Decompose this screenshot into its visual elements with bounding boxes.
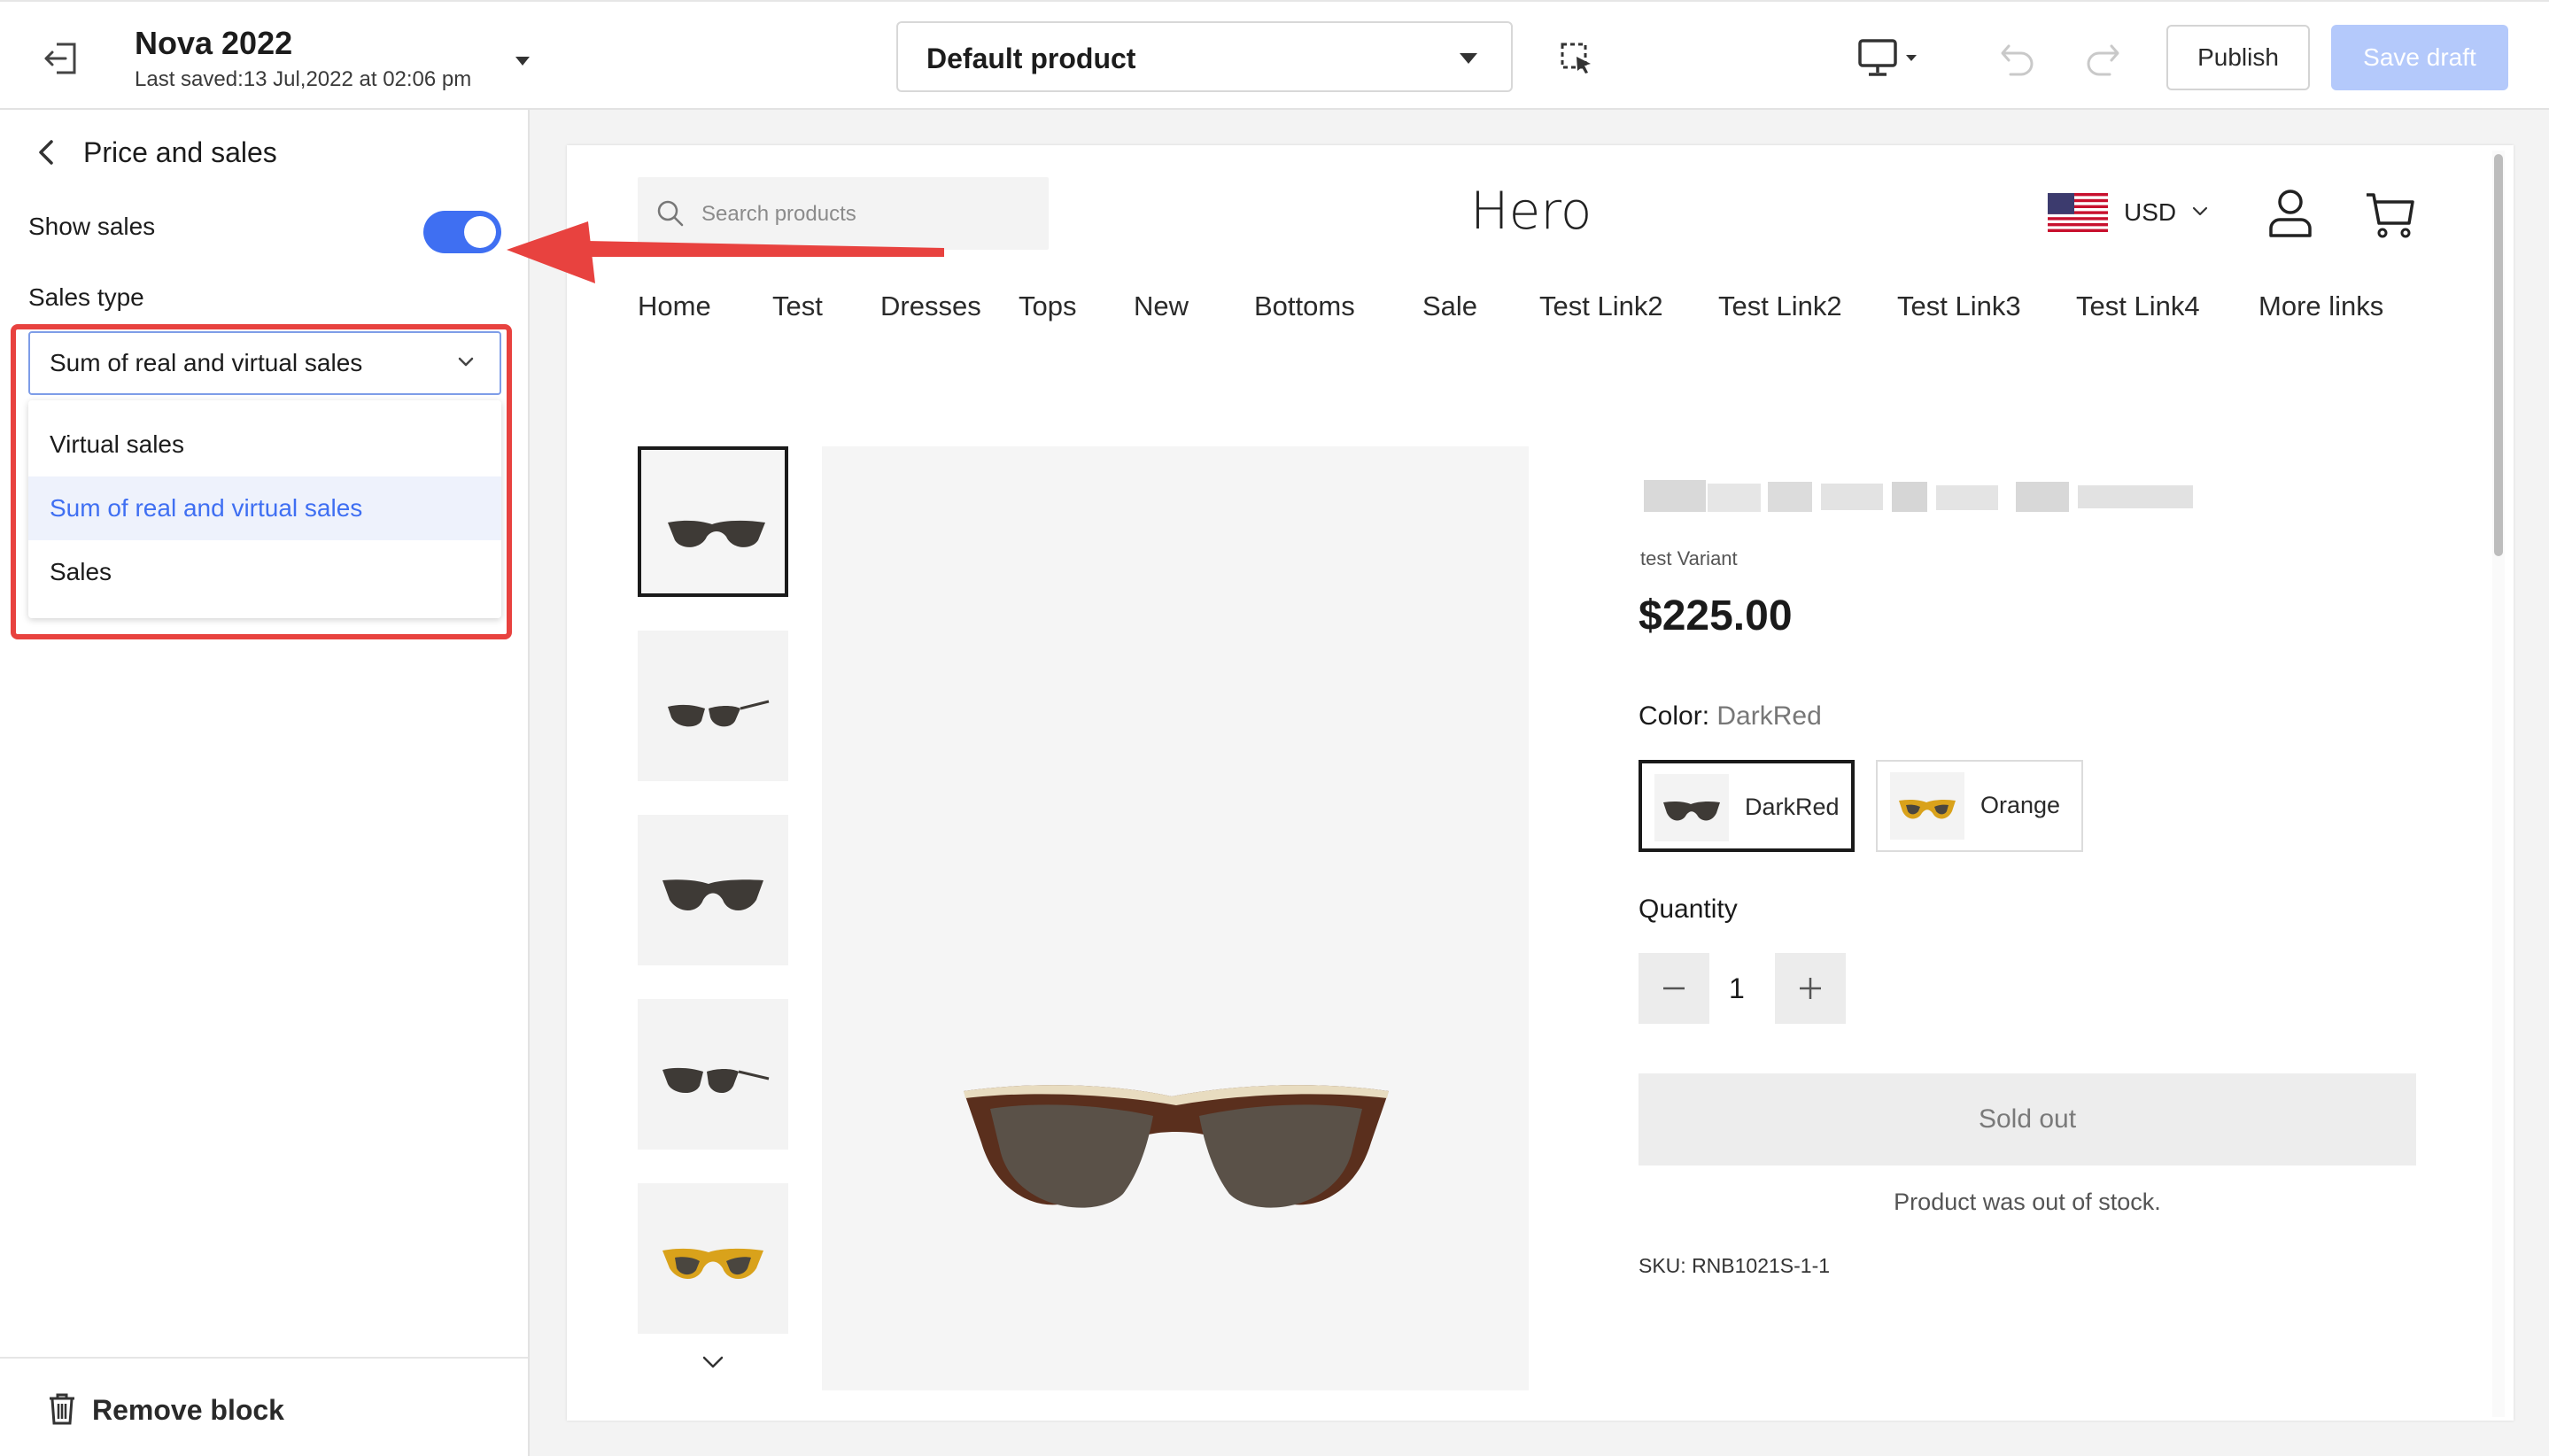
settings-sidebar: Price and sales Show sales Sales type Su… [0,110,530,1456]
desktop-icon [1858,39,1917,76]
product-thumbnail[interactable] [638,631,788,781]
sales-type-label: Sales type [28,283,144,311]
color-label-text: Color: [1639,701,1710,731]
chevron-down-icon[interactable] [700,1353,726,1371]
redo-icon [2087,44,2119,76]
sales-type-select[interactable]: Sum of real and virtual sales [28,331,501,395]
caret-down-icon [1460,53,1477,64]
sunglasses-image [668,520,765,547]
sunglasses-image [662,1067,770,1094]
sunglasses-image [662,1248,763,1279]
nav-item-new[interactable]: New [1134,290,1189,322]
nav-item-dresses[interactable]: Dresses [880,290,981,322]
color-value: DarkRed [1716,701,1822,731]
swatch-image [1890,772,1964,840]
option-sum-of-sales[interactable]: Sum of real and virtual sales [28,476,501,540]
show-sales-toggle[interactable] [423,211,501,253]
chevron-down-icon [458,357,474,367]
option-label: Sum of real and virtual sales [50,494,363,522]
trash-icon [50,1393,74,1425]
sunglasses-image [964,1085,1389,1208]
page-template-select[interactable]: Default product [896,21,1513,92]
redo-button[interactable] [2083,39,2122,78]
product-thumbnail[interactable] [638,1183,788,1334]
sunglasses-image [1663,801,1720,821]
undo-button[interactable] [1998,39,2037,78]
annotation-arrow [507,221,944,283]
swatch-label: Orange [1980,792,2061,818]
back-button[interactable] [34,136,58,168]
product-main-image[interactable] [822,446,1529,1390]
save-draft-button[interactable]: Save draft [2331,25,2508,90]
nav-item-test-link2-b[interactable]: Test Link2 [1718,290,1842,322]
exit-icon [44,43,76,74]
page-template-value: Default product [926,43,1136,74]
currency-selector[interactable]: USD [2124,198,2176,227]
sunglasses-image [1899,799,1956,819]
sku-text: SKU: RNB1021S-1-1 [1639,1254,1831,1277]
stock-message: Product was out of stock. [1894,1189,2161,1215]
theme-name[interactable]: Nova 2022 [135,25,292,62]
editor-topbar: Nova 2022 Last saved:13 Jul,2022 at 02:0… [0,0,2549,110]
show-sales-label: Show sales [28,213,156,240]
nav-item-sale[interactable]: Sale [1422,290,1477,322]
product-price: $225.00 [1639,592,1793,639]
panel-title: Price and sales [83,136,277,168]
remove-block-button[interactable]: Remove block [0,1357,528,1456]
product-thumbnail[interactable] [638,446,788,597]
chevron-down-icon[interactable] [2191,205,2209,218]
swatch-darkred[interactable]: DarkRed [1639,760,1855,852]
store-logo-text[interactable]: Hero [1470,181,1592,241]
account-icon[interactable] [2267,188,2313,237]
option-sales[interactable]: Sales [28,540,501,604]
minus-icon [1663,987,1685,990]
swatch-image [1654,774,1729,841]
swatch-label: DarkRed [1745,794,1840,820]
option-label: Virtual sales [50,430,185,458]
sunglasses-image [668,700,770,727]
toggle-knob [464,216,496,248]
color-label: Color: DarkRed [1639,701,1822,732]
cart-icon[interactable] [2365,190,2416,239]
last-saved-text: Last saved:13 Jul,2022 at 02:06 pm [135,67,472,91]
inspect-icon [1561,43,1591,74]
quantity-value[interactable]: 1 [1729,972,1745,1005]
publish-button[interactable]: Publish [2166,25,2310,90]
nav-item-test[interactable]: Test [772,290,823,322]
sunglasses-image [662,879,763,910]
swatch-orange[interactable]: Orange [1876,760,2083,852]
plus-icon [1800,978,1821,999]
device-preview-button[interactable] [1856,37,1924,78]
theme-menu-caret-icon[interactable] [515,57,530,66]
us-flag-icon[interactable] [2048,193,2108,232]
option-label: Sales [50,558,112,585]
sales-type-dropdown: Virtual sales Sum of real and virtual sa… [28,400,501,618]
inspect-button[interactable] [1559,41,1594,76]
nav-item-test-link4[interactable]: Test Link4 [2076,290,2200,322]
product-thumbnail[interactable] [638,815,788,965]
nav-item-tops[interactable]: Tops [1019,290,1076,322]
quantity-decrease-button[interactable] [1639,953,1709,1024]
undo-icon [2001,44,2034,76]
back-icon [39,140,53,165]
product-title-blurred [1644,480,2193,512]
remove-block-label: Remove block [92,1394,284,1426]
quantity-increase-button[interactable] [1775,953,1846,1024]
sold-out-button[interactable]: Sold out [1639,1073,2416,1166]
nav-item-test-link3[interactable]: Test Link3 [1897,290,2021,322]
storefront-preview: Search products Hero USD Home Test Dress… [567,145,2514,1421]
nav-item-bottoms[interactable]: Bottoms [1254,290,1355,322]
product-thumbnail[interactable] [638,999,788,1150]
variant-label: test Variant [1640,547,1738,569]
nav-item-test-link2[interactable]: Test Link2 [1539,290,1663,322]
exit-button[interactable] [41,41,80,76]
sales-type-value: Sum of real and virtual sales [50,349,363,376]
option-virtual-sales[interactable]: Virtual sales [28,413,501,476]
scrollbar-thumb[interactable] [2494,154,2503,556]
preview-scrollbar[interactable] [2492,151,2505,1417]
quantity-label: Quantity [1639,895,1738,924]
nav-item-home[interactable]: Home [638,290,711,322]
nav-item-more-links[interactable]: More links [2258,290,2383,322]
